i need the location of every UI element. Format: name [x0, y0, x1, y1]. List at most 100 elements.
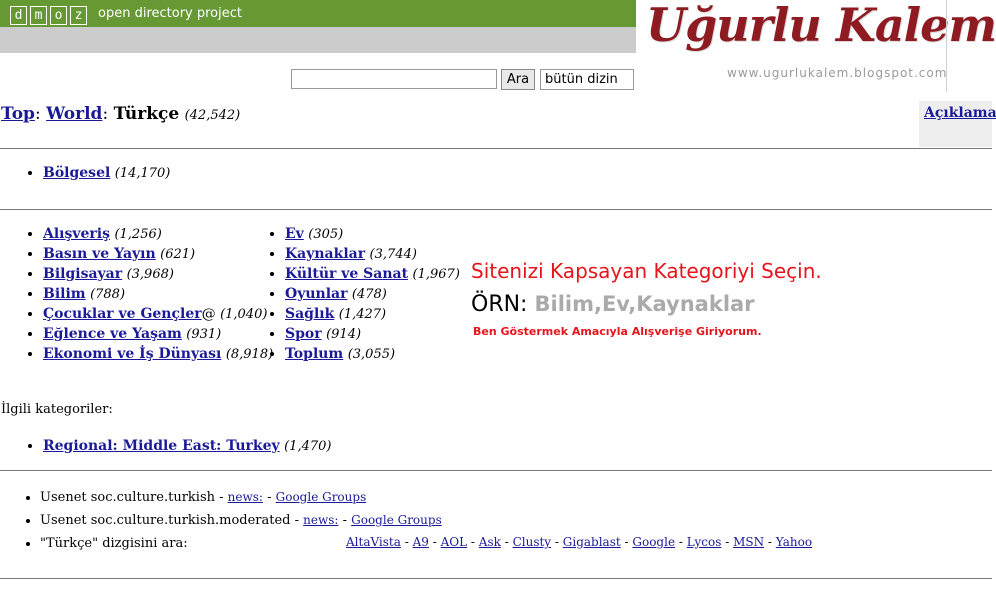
- category-count: (305): [308, 227, 344, 242]
- category-count: (1,470): [284, 439, 332, 454]
- header-gray-bar: [0, 27, 636, 53]
- logo-letter: o: [50, 6, 67, 25]
- breadcrumb-top-link[interactable]: Top: [1, 104, 35, 124]
- annotation-example: ÖRN: Bilim,Ev,Kaynaklar: [471, 292, 755, 317]
- annotation-example-label: ÖRN:: [471, 292, 528, 317]
- related-label: İlgili kategoriler:: [1, 402, 113, 417]
- search-input[interactable]: [291, 69, 497, 89]
- dmoz-header-bar: [0, 0, 636, 27]
- regional-list: Bölgesel (14,170): [21, 163, 170, 183]
- divider: [0, 148, 992, 149]
- usenet-text: Usenet soc.culture.turkish.moderated -: [40, 513, 304, 528]
- logo-letter: z: [70, 6, 87, 25]
- list-item: Spor (914): [285, 324, 460, 344]
- engine-link-yahoo[interactable]: Yahoo: [776, 535, 812, 549]
- category-link[interactable]: Ev: [285, 226, 304, 242]
- category-link[interactable]: Sağlık: [285, 306, 334, 322]
- category-count: (914): [326, 327, 362, 342]
- list-item: Usenet soc.culture.turkish - news: - Goo…: [40, 486, 442, 509]
- category-link[interactable]: Bilgisayar: [43, 266, 122, 282]
- category-count: (14,170): [114, 166, 171, 181]
- category-link[interactable]: Basın ve Yayın: [43, 246, 156, 262]
- list-item: Alışveriş (1,256): [43, 224, 273, 244]
- divider: [0, 209, 992, 210]
- category-count: (3,055): [347, 347, 396, 362]
- related-category-link[interactable]: Regional: Middle East: Turkey: [43, 438, 280, 454]
- breadcrumb-separator: :: [102, 104, 114, 124]
- list-item: Toplum (3,055): [285, 344, 460, 364]
- google-groups-link[interactable]: Google Groups: [351, 513, 442, 527]
- engine-link-msn[interactable]: MSN: [733, 535, 764, 549]
- google-groups-link[interactable]: Google Groups: [276, 490, 367, 504]
- category-count: (478): [351, 287, 387, 302]
- category-count: (621): [160, 247, 196, 262]
- category-link[interactable]: Ekonomi ve İş Dünyası: [43, 346, 221, 362]
- list-item: Regional: Middle East: Turkey (1,470): [43, 436, 331, 456]
- category-link[interactable]: Toplum: [285, 346, 343, 362]
- engine-link-a9[interactable]: A9: [413, 535, 429, 549]
- list-item: Sağlık (1,427): [285, 304, 460, 324]
- engine-link-ask[interactable]: Ask: [479, 535, 501, 549]
- symlink-marker: @: [201, 306, 216, 322]
- category-link[interactable]: Spor: [285, 326, 322, 342]
- divider: [946, 0, 947, 92]
- breadcrumb-separator: :: [34, 104, 47, 124]
- news-link[interactable]: news:: [228, 490, 263, 504]
- list-item: Usenet soc.culture.turkish.moderated - n…: [40, 509, 442, 532]
- category-link[interactable]: Eğlence ve Yaşam: [43, 326, 182, 342]
- category-link[interactable]: Bölgesel: [43, 165, 110, 181]
- search-button[interactable]: Ara: [501, 69, 535, 90]
- breadcrumb: Top: World: Türkçe (42,542): [1, 104, 240, 124]
- annotation-example-values: Bilim,Ev,Kaynaklar: [534, 292, 755, 316]
- category-count: (1,256): [114, 227, 162, 242]
- list-item: Ekonomi ve İş Dünyası (8,918): [43, 344, 273, 364]
- dmoz-logo[interactable]: dmoz: [10, 4, 90, 25]
- search-elsewhere-label: "Türkçe" dizgisini ara:: [40, 536, 188, 551]
- category-link[interactable]: Bilim: [43, 286, 86, 302]
- category-link[interactable]: Kültür ve Sanat: [285, 266, 408, 282]
- search-engine-links: AltaVista - A9 - AOL - Ask - Clusty - Gi…: [346, 535, 813, 549]
- divider: [0, 578, 992, 579]
- category-count: (1,040): [220, 307, 268, 322]
- list-item: Bilgisayar (3,968): [43, 264, 273, 284]
- watermark-logo: Uğurlu Kalem: [646, 0, 996, 52]
- engine-link-aol[interactable]: AOL: [441, 535, 467, 549]
- category-link[interactable]: Çocuklar ve Gençler: [43, 306, 202, 322]
- news-link[interactable]: news:: [303, 513, 338, 527]
- category-count: (1,967): [412, 267, 460, 282]
- separator: -: [262, 490, 276, 505]
- category-count: (931): [186, 327, 222, 342]
- category-count: (3,968): [126, 267, 174, 282]
- annotation-title: Sitenizi Kapsayan Kategoriyi Seçin.: [471, 259, 822, 283]
- description-link[interactable]: Açıklama: [924, 105, 996, 121]
- list-item: Basın ve Yayın (621): [43, 244, 273, 264]
- list-item: Oyunlar (478): [285, 284, 460, 304]
- category-link[interactable]: Kaynaklar: [285, 246, 365, 262]
- list-item: Kültür ve Sanat (1,967): [285, 264, 460, 284]
- category-link[interactable]: Oyunlar: [285, 286, 347, 302]
- related-list: Regional: Middle East: Turkey (1,470): [21, 436, 331, 456]
- category-count: (1,427): [338, 307, 387, 322]
- tagline: open directory project: [98, 6, 242, 21]
- list-item: Bölgesel (14,170): [43, 163, 170, 183]
- category-link[interactable]: Alışveriş: [43, 226, 110, 242]
- engine-link-gigablast[interactable]: Gigablast: [563, 535, 621, 549]
- search-scope-select[interactable]: bütün dizin: [540, 69, 634, 90]
- logo-letter: d: [10, 6, 27, 25]
- category-list-left: Alışveriş (1,256) Basın ve Yayın (621) B…: [21, 224, 273, 364]
- breadcrumb-current: Türkçe: [113, 104, 180, 124]
- separator: -: [338, 513, 352, 528]
- engine-link-altavista[interactable]: AltaVista: [346, 535, 401, 549]
- engine-link-clusty[interactable]: Clusty: [513, 535, 552, 549]
- logo-letter: m: [30, 6, 47, 25]
- breadcrumb-count: (42,542): [184, 108, 241, 123]
- category-count: (788): [90, 287, 126, 302]
- breadcrumb-world-link[interactable]: World: [46, 104, 102, 124]
- usenet-text: Usenet soc.culture.turkish -: [40, 490, 228, 505]
- list-item: Eğlence ve Yaşam (931): [43, 324, 273, 344]
- watermark-url: www.ugurlukalem.blogspot.com: [727, 66, 948, 80]
- engine-link-lycos[interactable]: Lycos: [687, 535, 722, 549]
- list-item: Ev (305): [285, 224, 460, 244]
- engine-link-google[interactable]: Google: [632, 535, 675, 549]
- category-count: (3,744): [369, 247, 417, 262]
